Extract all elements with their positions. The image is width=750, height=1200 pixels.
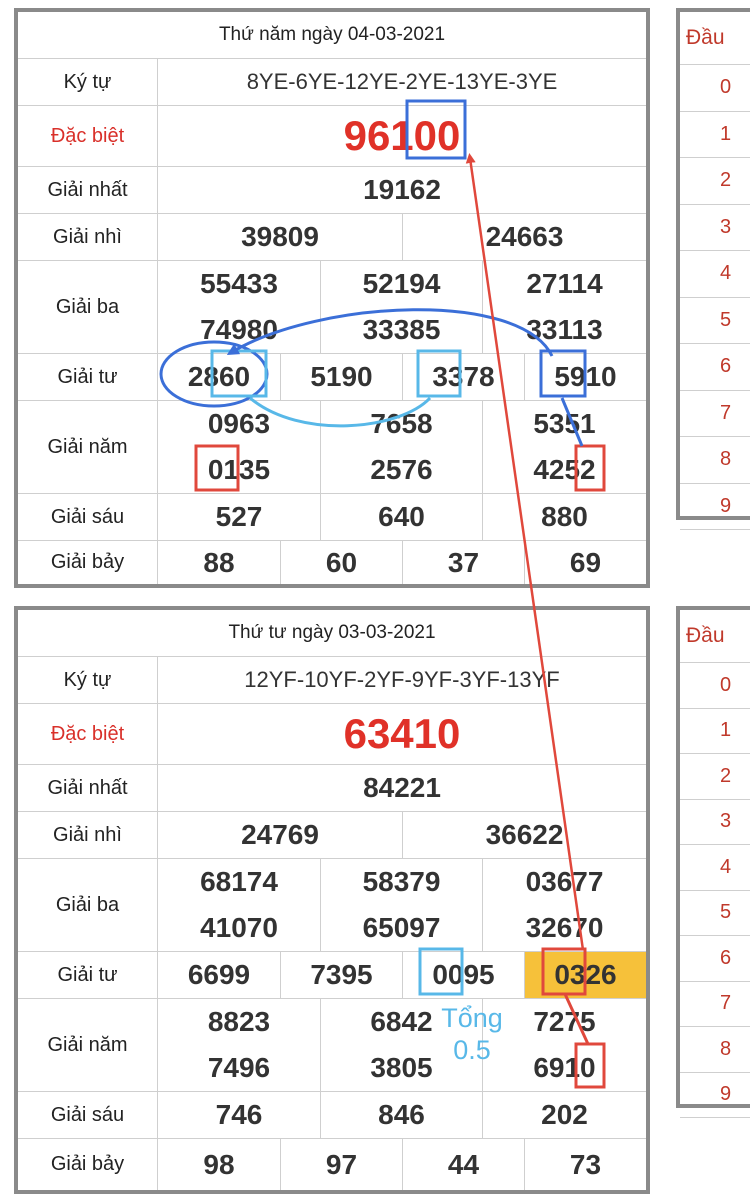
digits-box-red	[194, 444, 240, 492]
digits-box-red	[541, 947, 587, 996]
digits-box-blue	[539, 349, 587, 398]
curved-arrow-blue	[226, 308, 554, 357]
special-prize-last-two-box	[405, 99, 467, 160]
connector-blue	[560, 397, 584, 447]
digits-box-cyan	[418, 947, 464, 996]
annotation-overlay	[159, 99, 606, 1089]
annotation-line-2: 0.5	[453, 1035, 491, 1065]
digits-box-cyan	[416, 349, 462, 398]
annotation-note: Tổng 0.5	[432, 1002, 512, 1066]
red-arrow-to-special-prize	[465, 153, 585, 951]
digits-box-red	[574, 1042, 606, 1089]
connector-red	[563, 993, 590, 1045]
curved-connector-cyan	[249, 396, 432, 428]
digits-box-red	[574, 444, 606, 492]
annotation-line-1: Tổng	[441, 1003, 503, 1033]
